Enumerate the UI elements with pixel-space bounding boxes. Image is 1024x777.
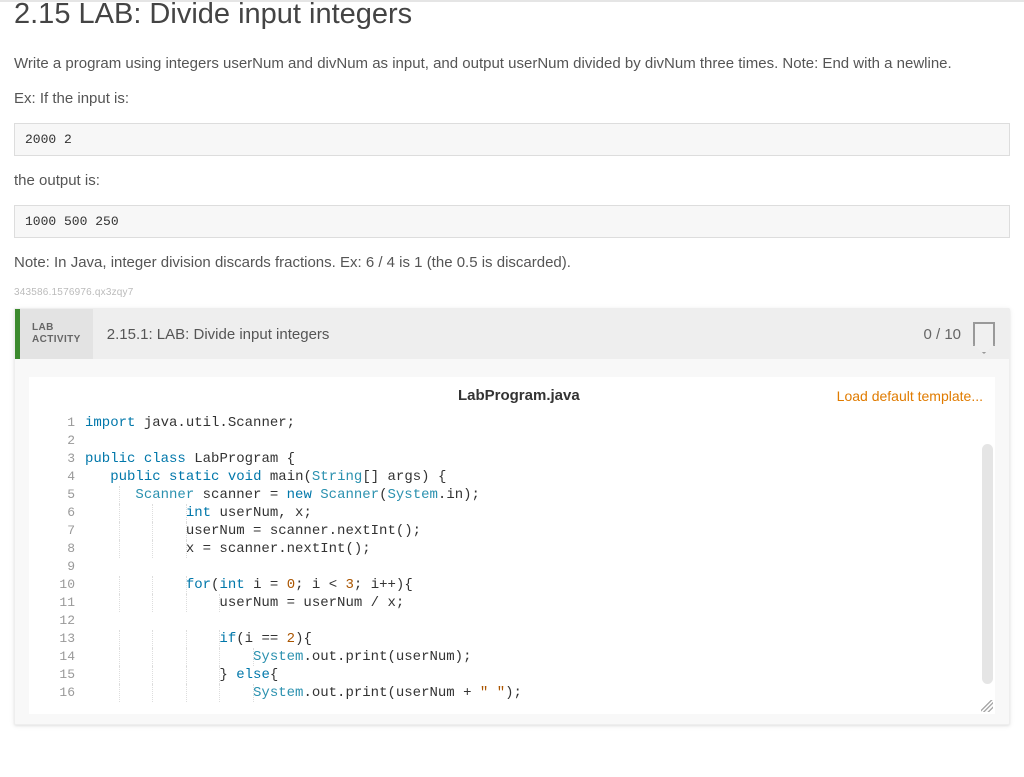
resize-grip-icon[interactable] (981, 700, 993, 712)
example-output-box: 1000 500 250 (14, 205, 1010, 238)
line-number: 3 (53, 450, 81, 468)
activity-tag-line1: LAB (32, 322, 81, 334)
line-number: 16 (53, 684, 81, 702)
activity-tag: LAB ACTIVITY (20, 309, 93, 359)
code-line[interactable]: System.out.print(userNum); (85, 648, 981, 666)
editor-topbar: LabProgram.java Load default template... (29, 377, 995, 414)
line-number: 7 (53, 522, 81, 540)
vertical-scrollbar[interactable] (982, 444, 993, 684)
example-output-label: the output is: (14, 170, 1010, 191)
line-number: 15 (53, 666, 81, 684)
activity-body: LabProgram.java Load default template...… (29, 377, 995, 714)
code-line[interactable]: public class LabProgram { (85, 450, 981, 468)
example-input-label: Ex: If the input is: (14, 88, 1010, 109)
code-line[interactable]: int userNum, x; (85, 504, 981, 522)
lab-page: 2.15 LAB: Divide input integers Write a … (0, 2, 1024, 739)
line-number: 12 (53, 612, 81, 630)
line-number: 14 (53, 648, 81, 666)
code-line[interactable] (85, 612, 981, 630)
lab-activity-card: LAB ACTIVITY 2.15.1: LAB: Divide input i… (14, 308, 1010, 725)
code-editor-wrap: 12345678910111213141516 import java.util… (29, 414, 995, 714)
activity-score-text: 0 / 10 (923, 326, 961, 343)
code-line[interactable] (85, 558, 981, 576)
code-line[interactable]: Scanner scanner = new Scanner(System.in)… (85, 486, 981, 504)
line-number-gutter: 12345678910111213141516 (53, 414, 81, 702)
problem-note: Note: In Java, integer division discards… (14, 252, 1010, 273)
line-number: 10 (53, 576, 81, 594)
activity-header: LAB ACTIVITY 2.15.1: LAB: Divide input i… (15, 309, 1009, 359)
filename-label: LabProgram.java (201, 387, 837, 404)
activity-tag-line2: ACTIVITY (32, 334, 81, 346)
line-number: 9 (53, 558, 81, 576)
code-line[interactable]: userNum = userNum / x; (85, 594, 981, 612)
line-number: 8 (53, 540, 81, 558)
code-line[interactable]: if(i == 2){ (85, 630, 981, 648)
code-line[interactable]: } else{ (85, 666, 981, 684)
line-number: 13 (53, 630, 81, 648)
code-editor[interactable]: 12345678910111213141516 import java.util… (53, 414, 981, 714)
code-line[interactable]: x = scanner.nextInt(); (85, 540, 981, 558)
badge-icon (973, 322, 995, 346)
activity-score-area: 0 / 10 (923, 309, 1009, 359)
line-number: 2 (53, 432, 81, 450)
line-number: 11 (53, 594, 81, 612)
code-line[interactable]: public static void main(String[] args) { (85, 468, 981, 486)
activity-title: 2.15.1: LAB: Divide input integers (93, 309, 924, 359)
code-line[interactable]: import java.util.Scanner; (85, 414, 981, 432)
code-line[interactable]: userNum = scanner.nextInt(); (85, 522, 981, 540)
line-number: 5 (53, 486, 81, 504)
code-lines[interactable]: import java.util.Scanner; public class La… (85, 414, 981, 702)
content-id: 343586.1576976.qx3zqy7 (14, 287, 1010, 298)
load-default-template-link[interactable]: Load default template... (837, 388, 983, 404)
code-line[interactable]: for(int i = 0; i < 3; i++){ (85, 576, 981, 594)
line-number: 4 (53, 468, 81, 486)
code-line[interactable]: System.out.print(userNum + " "); (85, 684, 981, 702)
line-number: 1 (53, 414, 81, 432)
example-input-box: 2000 2 (14, 123, 1010, 156)
code-line[interactable] (85, 432, 981, 450)
page-title: 2.15 LAB: Divide input integers (14, 0, 1010, 31)
problem-description-1: Write a program using integers userNum a… (14, 53, 1010, 74)
line-number: 6 (53, 504, 81, 522)
